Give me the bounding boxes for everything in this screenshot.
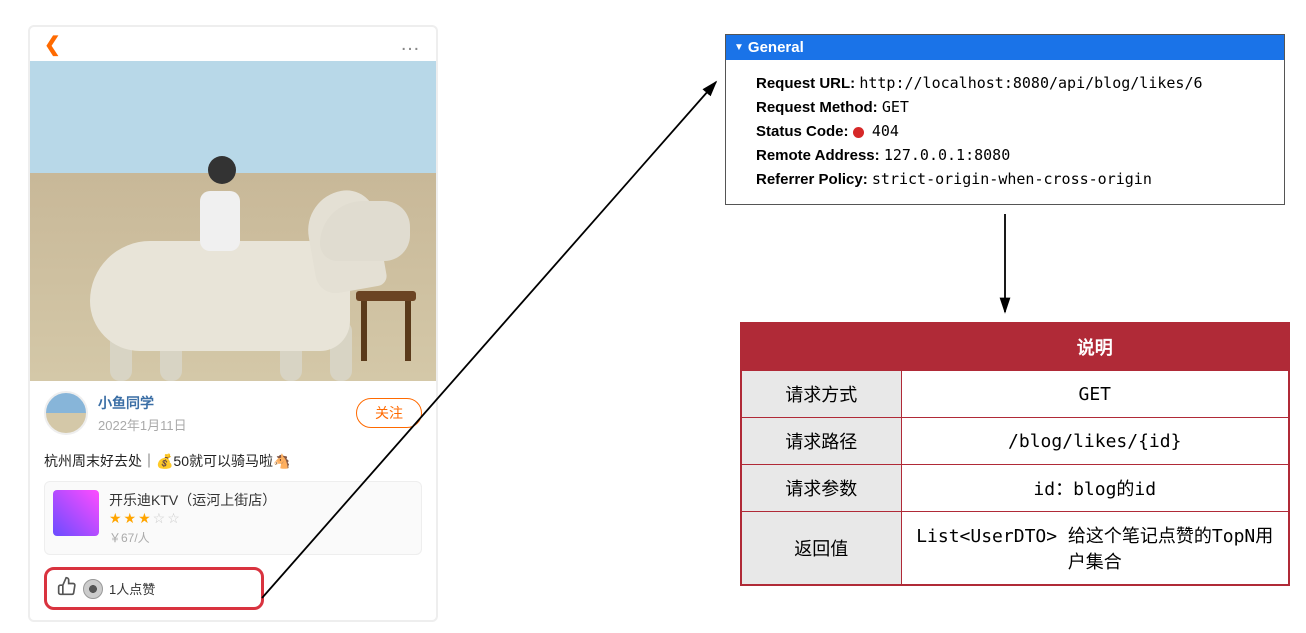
- referrer-policy-row: Referrer Policy: strict-origin-when-cros…: [756, 170, 1270, 188]
- request-method-row: Request Method: GET: [756, 98, 1270, 116]
- table-row: 返回值 List<UserDTO> 给这个笔记点赞的TopN用户集合: [741, 512, 1289, 586]
- location-price: ￥67/人: [109, 529, 276, 546]
- liker-avatar: [83, 579, 103, 599]
- more-icon[interactable]: …: [400, 33, 422, 56]
- phone-card: ❮ … 小鱼同学 2022年1月11日 关注 杭州周末好去处｜💰50就可以骑马啦…: [28, 25, 438, 622]
- spec-header-desc: 说明: [901, 323, 1289, 371]
- post-hero-image: [30, 61, 436, 381]
- table-row: 请求方式 GET: [741, 371, 1289, 418]
- devtools-general-panel: ▼ General Request URL: http://localhost:…: [725, 34, 1285, 205]
- table-row: 请求路径 /blog/likes/{id}: [741, 418, 1289, 465]
- author-name[interactable]: 小鱼同学: [98, 393, 187, 413]
- phone-header: ❮ …: [30, 27, 436, 61]
- status-dot-icon: [853, 127, 864, 138]
- author-row: 小鱼同学 2022年1月11日 关注: [30, 381, 436, 445]
- location-thumb: [53, 490, 99, 536]
- remote-address-row: Remote Address: 127.0.0.1:8080: [756, 146, 1270, 164]
- post-date: 2022年1月11日: [98, 415, 187, 434]
- back-icon[interactable]: ❮: [44, 32, 61, 57]
- request-url-row: Request URL: http://localhost:8080/api/b…: [756, 74, 1270, 92]
- thumb-up-icon: [57, 576, 77, 601]
- api-spec-table: 说明 请求方式 GET 请求路径 /blog/likes/{id} 请求参数 i…: [740, 322, 1290, 586]
- table-row: 请求参数 id：blog的id: [741, 465, 1289, 512]
- status-code-row: Status Code: 404: [756, 122, 1270, 140]
- avatar[interactable]: [44, 391, 88, 435]
- devtools-section-title: General: [748, 39, 804, 56]
- triangle-down-icon: ▼: [734, 42, 744, 53]
- like-count-text: 1人点赞: [109, 579, 155, 598]
- location-stars: ★★★☆☆: [109, 510, 276, 527]
- follow-button[interactable]: 关注: [356, 398, 422, 428]
- spec-header-blank: [741, 323, 901, 371]
- devtools-section-header[interactable]: ▼ General: [726, 35, 1284, 60]
- arrow-devtools-to-table: [990, 210, 1020, 320]
- location-card[interactable]: 开乐迪KTV（运河上街店） ★★★☆☆ ￥67/人: [44, 481, 422, 555]
- post-title: 杭州周末好去处｜💰50就可以骑马啦🐴: [30, 445, 436, 481]
- like-bar[interactable]: 1人点赞: [44, 567, 264, 610]
- location-name: 开乐迪KTV（运河上街店）: [109, 490, 276, 510]
